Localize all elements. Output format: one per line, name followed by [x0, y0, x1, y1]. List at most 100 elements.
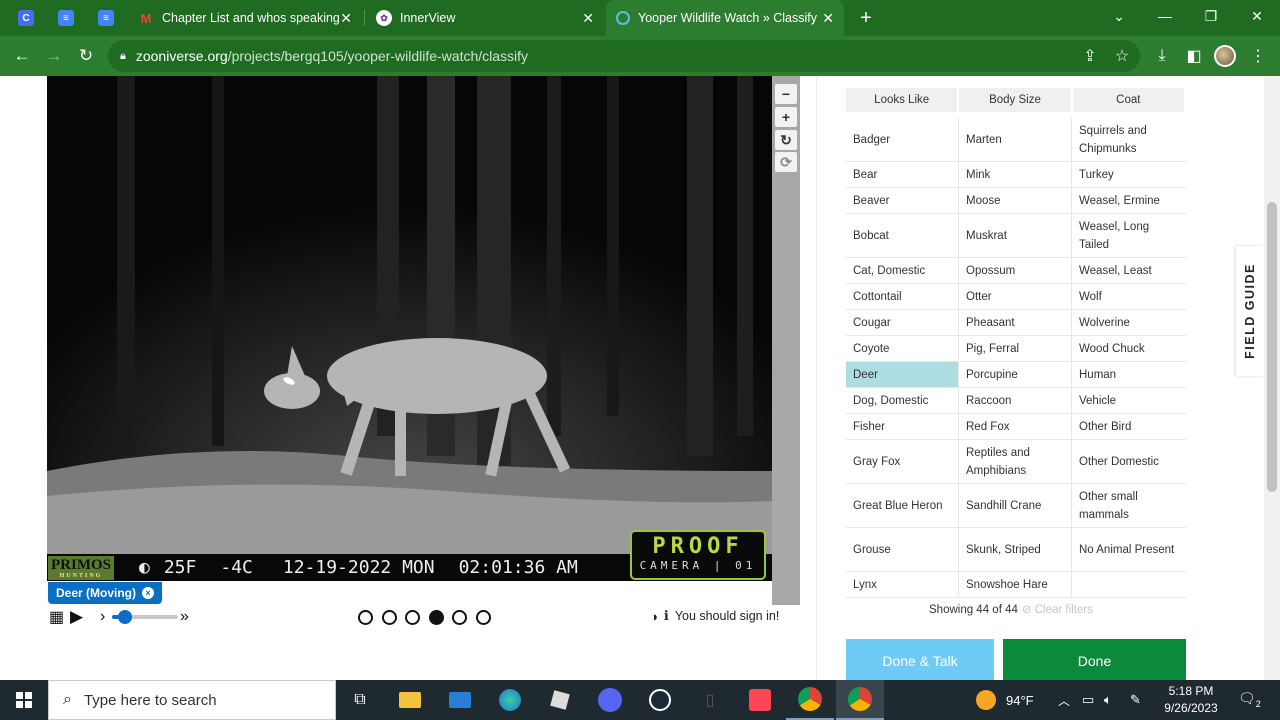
- chrome-active-icon[interactable]: [836, 680, 884, 720]
- species-choice[interactable]: Wolf: [1072, 284, 1185, 309]
- species-choice[interactable]: Mink: [959, 162, 1072, 187]
- pen-icon[interactable]: ✎: [1130, 680, 1141, 720]
- restore-button[interactable]: ❐: [1188, 0, 1234, 32]
- volume-icon[interactable]: 🔈︎: [1104, 680, 1112, 720]
- tab-pinned-2[interactable]: ≡: [48, 0, 84, 36]
- tab-search-icon[interactable]: ⌄: [1096, 0, 1142, 32]
- species-choice[interactable]: Other Bird: [1072, 414, 1185, 439]
- valorant-icon[interactable]: [736, 680, 784, 720]
- remove-tag-icon[interactable]: ×: [142, 587, 155, 599]
- minimize-button[interactable]: —: [1142, 0, 1188, 32]
- frame-dot-4[interactable]: [429, 610, 444, 625]
- species-choice[interactable]: Beaver: [846, 188, 959, 213]
- menu-icon[interactable]: ⋮: [1246, 44, 1270, 68]
- species-choice[interactable]: Wolverine: [1072, 310, 1185, 335]
- species-choice[interactable]: Bobcat: [846, 214, 959, 257]
- chrome-icon[interactable]: [786, 680, 834, 720]
- species-choice[interactable]: Turkey: [1072, 162, 1185, 187]
- species-choice[interactable]: Dog, Domestic: [846, 388, 959, 413]
- frame-dot-1[interactable]: [358, 610, 373, 625]
- back-icon[interactable]: ←: [10, 44, 34, 68]
- species-choice[interactable]: No Animal Present: [1072, 528, 1185, 571]
- tab-innerview[interactable]: ✿ InnerView ✕: [368, 0, 604, 36]
- steam-icon[interactable]: [636, 680, 684, 720]
- fast-speed-icon[interactable]: »: [180, 606, 189, 628]
- frame-dot-5[interactable]: [452, 610, 467, 625]
- species-choice[interactable]: Other Domestic: [1072, 440, 1185, 483]
- close-icon[interactable]: ✕: [582, 10, 594, 27]
- species-choice[interactable]: Muskrat: [959, 214, 1072, 257]
- tray-chevron-icon[interactable]: ︿: [1058, 680, 1070, 720]
- species-choice[interactable]: Badger: [846, 118, 959, 161]
- slow-speed-icon[interactable]: ›: [100, 606, 105, 628]
- battery-icon[interactable]: ▭: [1082, 680, 1094, 720]
- species-choice[interactable]: Deer: [846, 362, 959, 387]
- species-choice[interactable]: Cougar: [846, 310, 959, 335]
- address-bar[interactable]: 🔒︎ zooniverse.org/projects/bergq105/yoop…: [108, 40, 1140, 72]
- species-choice[interactable]: Pheasant: [959, 310, 1072, 335]
- speed-slider[interactable]: [112, 610, 178, 624]
- species-choice[interactable]: Weasel, Long Tailed: [1072, 214, 1185, 257]
- new-tab-button[interactable]: +: [852, 0, 880, 36]
- species-choice[interactable]: Gray Fox: [846, 440, 959, 483]
- species-choice[interactable]: Red Fox: [959, 414, 1072, 439]
- file-explorer-icon[interactable]: [386, 680, 434, 720]
- slider-knob[interactable]: [118, 610, 132, 624]
- close-icon[interactable]: ✕: [340, 10, 352, 27]
- mouse-app-icon[interactable]: ▯: [686, 680, 734, 720]
- system-clock[interactable]: 5:18 PM 9/26/2023: [1156, 683, 1226, 717]
- species-choice[interactable]: Marten: [959, 118, 1072, 161]
- done-and-talk-button[interactable]: Done & Talk: [846, 639, 994, 680]
- species-choice[interactable]: Sandhill Crane: [959, 484, 1072, 527]
- species-choice[interactable]: Snowshoe Hare: [959, 572, 1072, 597]
- forward-icon[interactable]: →: [42, 44, 66, 68]
- filter-body-size[interactable]: Body Size: [959, 88, 1071, 112]
- side-panel-icon[interactable]: ◧: [1182, 44, 1206, 68]
- close-icon[interactable]: ✕: [822, 10, 834, 27]
- species-choice[interactable]: Weasel, Least: [1072, 258, 1185, 283]
- species-choice[interactable]: Weasel, Ermine: [1072, 188, 1185, 213]
- selected-annotation-tag[interactable]: Deer (Moving) ×: [48, 582, 163, 604]
- species-choice[interactable]: Coyote: [846, 336, 959, 361]
- tab-pinned-3[interactable]: ≡: [88, 0, 124, 36]
- field-guide-tab[interactable]: FIELD GUIDE: [1236, 246, 1264, 376]
- species-choice[interactable]: Pig, Ferral: [959, 336, 1072, 361]
- species-choice[interactable]: Raccoon: [959, 388, 1072, 413]
- species-choice[interactable]: Lynx: [846, 572, 959, 597]
- page-scrollbar[interactable]: [1264, 76, 1280, 680]
- done-button[interactable]: Done: [1003, 639, 1186, 680]
- frame-dot-6[interactable]: [476, 610, 491, 625]
- weather-widget[interactable]: 94°F: [976, 680, 1034, 720]
- windows-start-icon[interactable]: [0, 680, 48, 720]
- species-choice[interactable]: Cottontail: [846, 284, 959, 309]
- species-choice[interactable]: Bear: [846, 162, 959, 187]
- filter-coat[interactable]: Coat: [1072, 88, 1184, 112]
- species-choice[interactable]: Otter: [959, 284, 1072, 309]
- play-icon[interactable]: ▶: [70, 606, 83, 628]
- share-icon[interactable]: ⇪: [1078, 44, 1102, 68]
- discord-icon[interactable]: [586, 680, 634, 720]
- info-icon[interactable]: ℹ: [664, 608, 669, 624]
- task-view-icon[interactable]: ⧉: [336, 680, 384, 720]
- species-choice[interactable]: Vehicle: [1072, 388, 1185, 413]
- rotate-button[interactable]: ↻: [775, 130, 797, 150]
- filter-looks-like[interactable]: Looks Like: [846, 88, 958, 112]
- window-close-button[interactable]: ✕: [1234, 0, 1280, 32]
- download-icon[interactable]: ⤓: [1150, 44, 1174, 68]
- species-choice[interactable]: Skunk, Striped: [959, 528, 1072, 571]
- zoom-in-button[interactable]: +: [775, 107, 797, 127]
- species-choice[interactable]: Great Blue Heron: [846, 484, 959, 527]
- signin-text[interactable]: You should sign in!: [675, 609, 779, 623]
- frame-dot-2[interactable]: [382, 610, 397, 625]
- species-choice[interactable]: Wood Chuck: [1072, 336, 1185, 361]
- tab-gmail[interactable]: M Chapter List and whos speaking ✕: [130, 0, 362, 36]
- scroll-thumb[interactable]: [1267, 202, 1277, 492]
- species-choice[interactable]: Opossum: [959, 258, 1072, 283]
- species-choice[interactable]: Porcupine: [959, 362, 1072, 387]
- species-choice[interactable]: Squirrels and Chipmunks: [1072, 118, 1185, 161]
- edge-icon[interactable]: [486, 680, 534, 720]
- species-choice[interactable]: Human: [1072, 362, 1185, 387]
- frame-dot-3[interactable]: [405, 610, 420, 625]
- species-choice[interactable]: Other small mammals: [1072, 484, 1185, 527]
- notifications-icon[interactable]: 🗨︎2: [1238, 690, 1261, 709]
